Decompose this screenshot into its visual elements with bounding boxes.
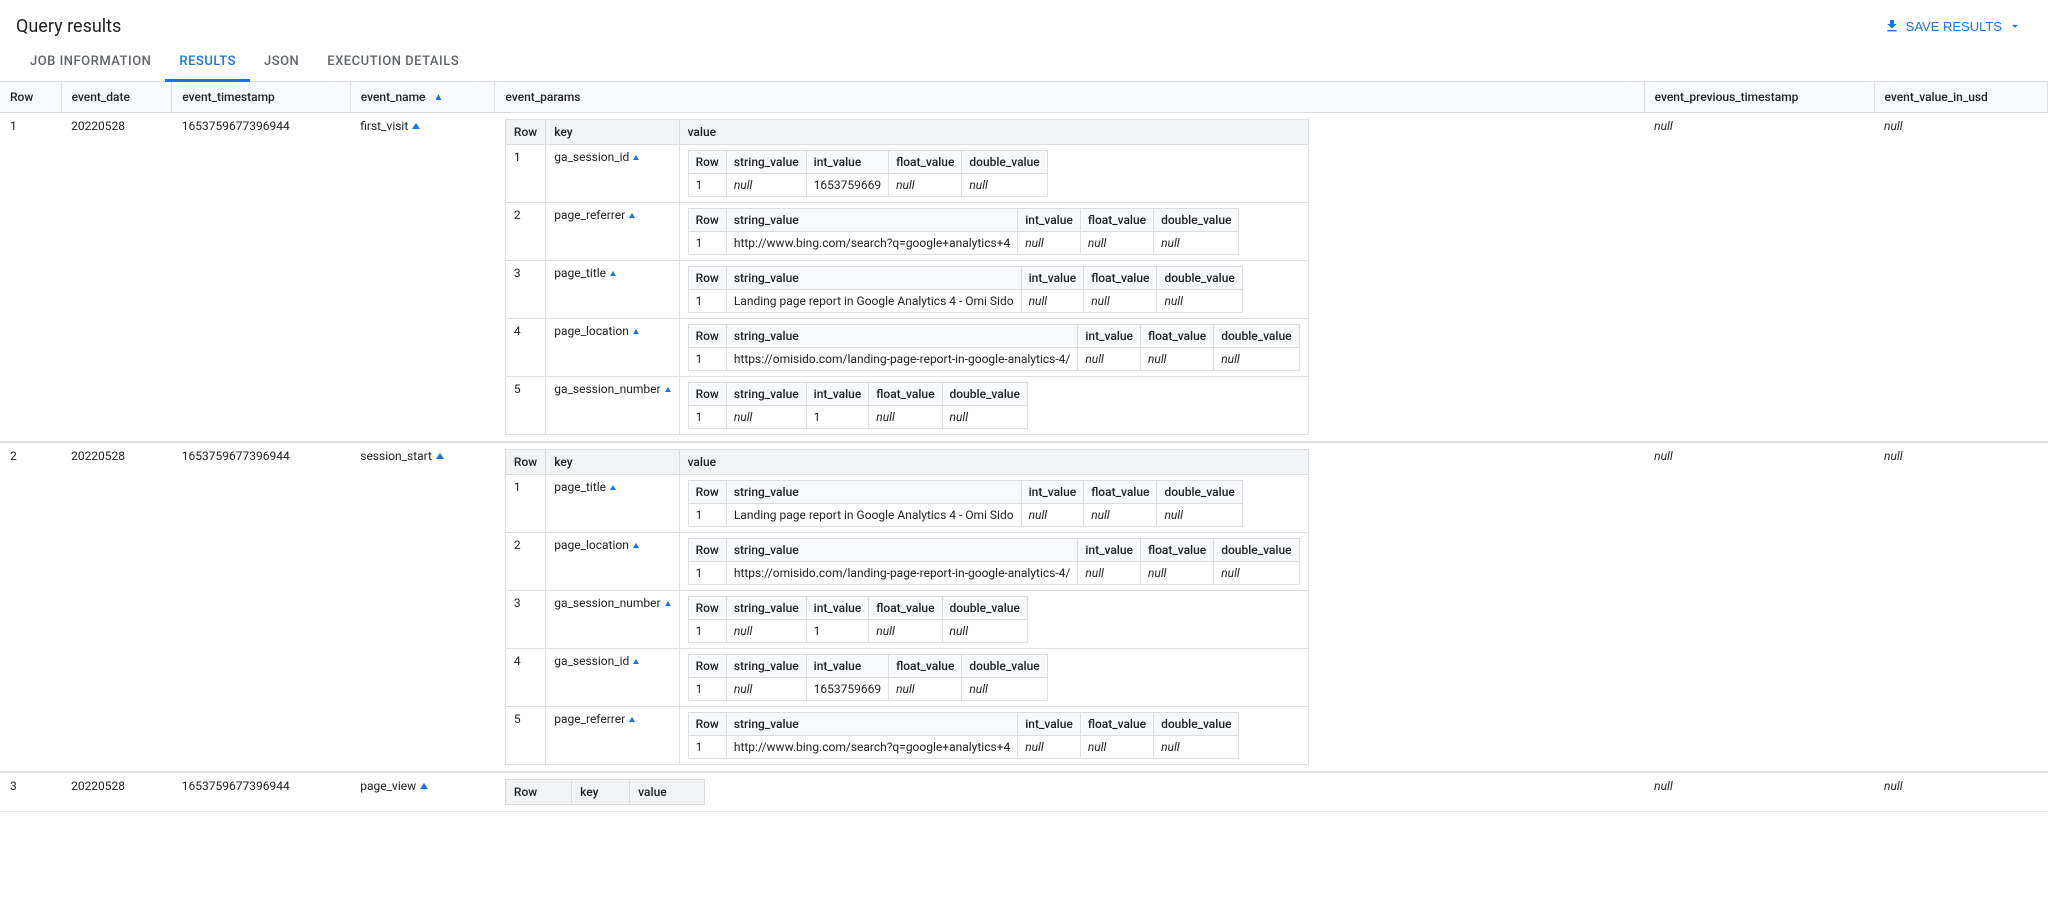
row-2-num: 2 <box>0 442 61 772</box>
list-item: 4 ga_session_id <box>505 649 1308 707</box>
results-table: Row event_date event_timestamp event_nam… <box>0 82 2048 812</box>
row-1-event-name: first_visit <box>350 113 495 443</box>
row-2-event-previous-timestamp: null <box>1644 442 1874 772</box>
tab-bar: JOB INFORMATION RESULTS JSON EXECUTION D… <box>0 44 2048 82</box>
row-1-nested-table: Row key value 1 ga_sessio <box>505 119 1309 435</box>
param-expand-icon[interactable] <box>665 387 671 392</box>
list-item: 1 https://omisido.com/landing-page-repor… <box>688 562 1299 585</box>
list-item: 1 null 1 null null <box>688 406 1027 429</box>
row-3-expand-icon[interactable] <box>420 783 428 789</box>
param-expand-icon[interactable] <box>610 271 616 276</box>
table-row: 1 20220528 1653759677396944 first_visit … <box>0 113 2048 443</box>
list-item: 1 https://omisido.com/landing-page-repor… <box>688 348 1299 371</box>
list-item: 4 page_location <box>505 319 1308 377</box>
col-event-date: event_date <box>61 82 172 113</box>
list-item: 3 page_title <box>505 261 1308 319</box>
row-2-event-params: Row key value 1 page_title <box>495 442 1644 772</box>
col-event-previous-timestamp: event_previous_timestamp <box>1644 82 1874 113</box>
nested-col-key: key <box>546 120 679 145</box>
list-item: 1 http://www.bing.com/search?q=google+an… <box>688 736 1239 759</box>
row-1-event-value-in-usd: null <box>1874 113 2047 443</box>
list-item: 1 null 1653759669 null null <box>688 678 1047 701</box>
tab-job-information[interactable]: JOB INFORMATION <box>16 44 165 82</box>
row-3-event-name: page_view <box>350 772 495 812</box>
tab-json[interactable]: JSON <box>250 44 313 82</box>
list-item: 1 null 1653759669 null null <box>688 174 1047 197</box>
table-row: 3 20220528 1653759677396944 page_view Ro… <box>0 772 2048 812</box>
col-row: Row <box>0 82 61 113</box>
row-2-event-name: session_start <box>350 442 495 772</box>
nested-col-row: Row <box>505 120 545 145</box>
tab-execution-details[interactable]: EXECUTION DETAILS <box>313 44 473 82</box>
page-header: Query results SAVE RESULTS <box>0 0 2048 40</box>
list-item: 1 Landing page report in Google Analytic… <box>688 290 1242 313</box>
row-2-event-timestamp: 1653759677396944 <box>172 442 350 772</box>
param-expand-icon[interactable] <box>629 213 635 218</box>
save-icon <box>1884 18 1900 34</box>
row-1-event-date: 20220528 <box>61 113 172 443</box>
table-body: 1 20220528 1653759677396944 first_visit … <box>0 113 2048 812</box>
param-value: Row string_value int_value float_value d… <box>679 145 1308 203</box>
list-item: 1 ga_session_id <box>505 145 1308 203</box>
row-2-expand-icon[interactable] <box>436 453 444 459</box>
param-key: ga_session_id <box>546 145 679 203</box>
list-item: 5 page_referrer <box>505 707 1308 765</box>
param-expand-icon[interactable] <box>633 155 639 160</box>
row-2-event-date: 20220528 <box>61 442 172 772</box>
nested-col-value: value <box>679 120 1308 145</box>
list-item: 5 ga_session_number <box>505 377 1308 435</box>
results-table-container: Row event_date event_timestamp event_nam… <box>0 82 2048 812</box>
list-item: 2 page_referrer <box>505 203 1308 261</box>
row-1-event-timestamp: 1653759677396944 <box>172 113 350 443</box>
list-item: 1 page_title <box>505 475 1308 533</box>
list-item: 2 page_location <box>505 533 1308 591</box>
list-item: 1 Landing page report in Google Analytic… <box>688 504 1242 527</box>
page-title: Query results <box>16 16 121 37</box>
param-expand-icon[interactable] <box>633 329 639 334</box>
row-3-num: 3 <box>0 772 61 812</box>
list-item: 1 http://www.bing.com/search?q=google+an… <box>688 232 1239 255</box>
row-1-num: 1 <box>0 113 61 443</box>
table-header: Row event_date event_timestamp event_nam… <box>0 82 2048 113</box>
row-2-event-value-in-usd: null <box>1874 442 2047 772</box>
list-item: 3 ga_session_number <box>505 591 1308 649</box>
col-event-timestamp: event_timestamp <box>172 82 350 113</box>
row-1-event-params: Row key value 1 ga_sessio <box>495 113 1644 443</box>
row-1-event-previous-timestamp: null <box>1644 113 1874 443</box>
row-3-event-date: 20220528 <box>61 772 172 812</box>
row-3-event-previous-timestamp: null <box>1644 772 1874 812</box>
col-event-name: event_name ▲ <box>350 82 495 113</box>
tab-results[interactable]: RESULTS <box>165 44 250 82</box>
dropdown-arrow-icon <box>2008 19 2022 33</box>
row-3-event-params: Row key value <box>495 772 1644 812</box>
param-row-num: 1 <box>505 145 545 203</box>
row-2-nested-table: Row key value 1 page_title <box>505 449 1309 765</box>
row-3-event-value-in-usd: null <box>1874 772 2047 812</box>
table-row: 2 20220528 1653759677396944 session_star… <box>0 442 2048 772</box>
list-item: 1 null 1 null null <box>688 620 1027 643</box>
row-1-expand-icon[interactable] <box>412 123 420 129</box>
row-3-event-timestamp: 1653759677396944 <box>172 772 350 812</box>
event-name-expand-icon[interactable]: ▲ <box>433 92 443 103</box>
col-event-value-in-usd: event_value_in_usd <box>1874 82 2047 113</box>
col-event-params: event_params <box>495 82 1644 113</box>
save-results-button[interactable]: SAVE RESULTS <box>1874 12 2032 40</box>
